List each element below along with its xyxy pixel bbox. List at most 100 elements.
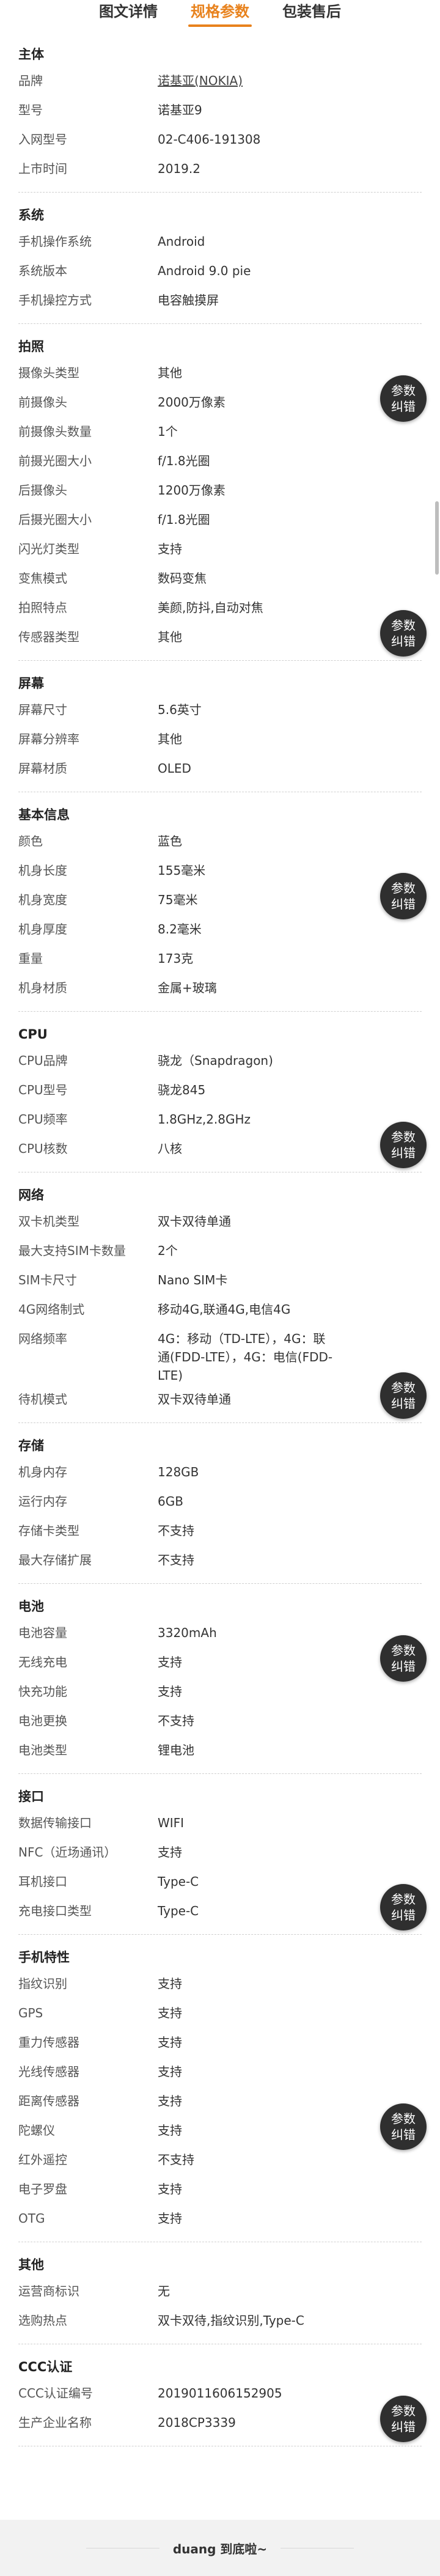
spec-row: 数据传输接口 WIFI xyxy=(18,1808,422,1838)
spec-value: 锂电池 xyxy=(158,1743,194,1757)
spec-label: 手机操控方式 xyxy=(18,293,92,307)
spec-value: 金属+玻璃 xyxy=(158,981,217,995)
spec-value: 支持 xyxy=(158,2064,182,2079)
param-correction-button[interactable]: 参数 纠错 xyxy=(380,1635,427,1682)
tab-after-sales[interactable]: 包装售后 xyxy=(280,1,343,29)
spec-row: 距离传感器 支持 xyxy=(18,2086,422,2116)
tab-specs[interactable]: 规格参数 xyxy=(188,1,252,29)
spec-label: OTG xyxy=(18,2211,45,2226)
section-title: 电池 xyxy=(18,1599,44,1614)
spec-value: f/1.8光圈 xyxy=(158,454,210,468)
tab-details[interactable]: 图文详情 xyxy=(97,1,160,29)
spec-value: 支持 xyxy=(158,1684,182,1699)
spec-row: 充电接口类型 Type-C xyxy=(18,1896,422,1926)
spec-row: 机身内存 128GB xyxy=(18,1457,422,1487)
spec-value: 1个 xyxy=(158,424,178,439)
spec-label: 机身宽度 xyxy=(18,892,67,907)
spec-label: NFC（近场通讯） xyxy=(18,1845,117,1860)
spec-section: 其他 运营商标识 无选购热点 双卡双待,指纹识别,Type-C xyxy=(18,2242,422,2344)
spec-row: 最大存储扩展 不支持 xyxy=(18,1545,422,1575)
spec-row: 待机模式 双卡双待单通 xyxy=(18,1385,422,1414)
param-correction-button[interactable]: 参数 纠错 xyxy=(380,2103,427,2150)
param-correction-button[interactable]: 参数 纠错 xyxy=(380,1122,427,1168)
spec-label: 后摄像头 xyxy=(18,483,67,498)
section-title: 系统 xyxy=(18,208,44,223)
spec-label: 型号 xyxy=(18,103,43,117)
spec-row: 快充功能 支持 xyxy=(18,1677,422,1706)
spec-label: 运营商标识 xyxy=(18,2284,79,2298)
spec-value: Nano SIM卡 xyxy=(158,1273,228,1287)
spec-label: 传感器类型 xyxy=(18,630,79,644)
spec-value: 无 xyxy=(158,2284,170,2298)
param-correction-button[interactable]: 参数 纠错 xyxy=(380,1884,427,1930)
spec-row: 系统版本 Android 9.0 pie xyxy=(18,256,422,285)
spec-value: 2个 xyxy=(158,1243,178,1258)
spec-label: 电池容量 xyxy=(18,1625,67,1640)
spec-value: 支持 xyxy=(158,1845,182,1860)
spec-value: f/1.8光圈 xyxy=(158,512,210,527)
spec-row: 上市时间 2019.2 xyxy=(18,154,422,183)
footer: duang 到底啦~ xyxy=(0,2520,440,2576)
spec-row: 网络频率 4G：移动（TD-LTE），4G：联通(FDD-LTE），4G：电信(F… xyxy=(18,1324,422,1385)
param-correction-button[interactable]: 参数 纠错 xyxy=(380,610,427,657)
spec-label: CCC认证编号 xyxy=(18,2386,93,2401)
fab-label-line1: 参数 xyxy=(391,1380,416,1395)
spec-section: 基本信息 颜色 蓝色 机身长度 155毫米 机身宽度 75毫米 机身厚度 8.2毫米 重量 173克… xyxy=(18,792,422,1012)
spec-row: 手机操作系统 Android xyxy=(18,227,422,256)
spec-row: 型号 诺基亚9 xyxy=(18,95,422,125)
spec-label: 变焦模式 xyxy=(18,571,67,586)
spec-row: 屏幕材质 OLED xyxy=(18,754,422,783)
spec-row: 无线充电 支持 xyxy=(18,1647,422,1677)
spec-row: 入网型号 02-C406-191308 xyxy=(18,125,422,154)
spec-label: 运行内存 xyxy=(18,1494,67,1509)
spec-value: 2019.2 xyxy=(158,161,200,176)
param-correction-button[interactable]: 参数 纠错 xyxy=(380,375,427,422)
footer-end-text: duang 到底啦~ xyxy=(172,2541,268,2556)
spec-section: 系统手机操作系统 Android 系统版本 Android 9.0 pie 手机操控方式… xyxy=(18,193,422,324)
spec-label: 机身长度 xyxy=(18,863,67,878)
spec-row: 指纹识别 支持 xyxy=(18,1969,422,1998)
fab-label-line2: 纠错 xyxy=(391,1659,416,1674)
spec-value: OLED xyxy=(158,761,191,776)
spec-row: GPS 支持 xyxy=(18,1998,422,2028)
spec-value: 4G：移动（TD-LTE），4G：联通(FDD-LTE），4G：电信(FDD-L… xyxy=(158,1331,333,1383)
spec-row: 重量 173克 xyxy=(18,944,422,973)
scrollbar[interactable] xyxy=(435,501,439,575)
fab-label-line1: 参数 xyxy=(391,618,416,633)
spec-row: CPU品牌 骁龙（Snapdragon) xyxy=(18,1046,422,1075)
spec-row: 最大支持SIM卡数量 2个 xyxy=(18,1236,422,1265)
spec-row: 光线传感器 支持 xyxy=(18,2057,422,2086)
spec-row: 机身长度 155毫米 xyxy=(18,856,422,885)
spec-row: 前摄光圈大小 f/1.8光圈 xyxy=(18,446,422,476)
spec-label: 摄像头类型 xyxy=(18,366,79,380)
spec-label: 重量 xyxy=(18,951,43,966)
param-correction-button[interactable]: 参数 纠错 xyxy=(380,873,427,919)
spec-value: 双卡双待,指纹识别,Type-C xyxy=(158,2313,304,2328)
spec-value: 2019011606152905 xyxy=(158,2386,282,2401)
param-correction-button[interactable]: 参数 纠错 xyxy=(380,1372,427,1419)
spec-label: 机身厚度 xyxy=(18,922,67,937)
section-title: CPU xyxy=(18,1027,48,1042)
spec-value: 双卡双待单通 xyxy=(158,1214,231,1229)
spec-value: 128GB xyxy=(158,1465,199,1479)
spec-value: 6GB xyxy=(158,1494,183,1509)
spec-value: 其他 xyxy=(158,732,182,746)
spec-label: 品牌 xyxy=(18,73,43,88)
spec-row: 品牌 诺基亚(NOKIA) xyxy=(18,66,422,95)
param-correction-button[interactable]: 参数 纠错 xyxy=(380,2396,427,2442)
spec-row: 屏幕分辨率 其他 xyxy=(18,724,422,754)
spec-value: Type-C xyxy=(158,1874,199,1889)
spec-label: CPU核数 xyxy=(18,1141,68,1156)
brand-link[interactable]: 诺基亚(NOKIA) xyxy=(158,72,422,95)
spec-row: 机身厚度 8.2毫米 xyxy=(18,914,422,944)
spec-label: 前摄像头 xyxy=(18,395,67,410)
fab-label-line2: 纠错 xyxy=(391,1908,416,1923)
spec-value: 诺基亚9 xyxy=(158,103,202,117)
spec-row: NFC（近场通讯） 支持 xyxy=(18,1838,422,1867)
spec-label: 前摄像头数量 xyxy=(18,424,92,439)
spec-value: 5.6英寸 xyxy=(158,702,202,717)
spec-label: 存储卡类型 xyxy=(18,1523,79,1538)
spec-label: 无线充电 xyxy=(18,1655,67,1669)
